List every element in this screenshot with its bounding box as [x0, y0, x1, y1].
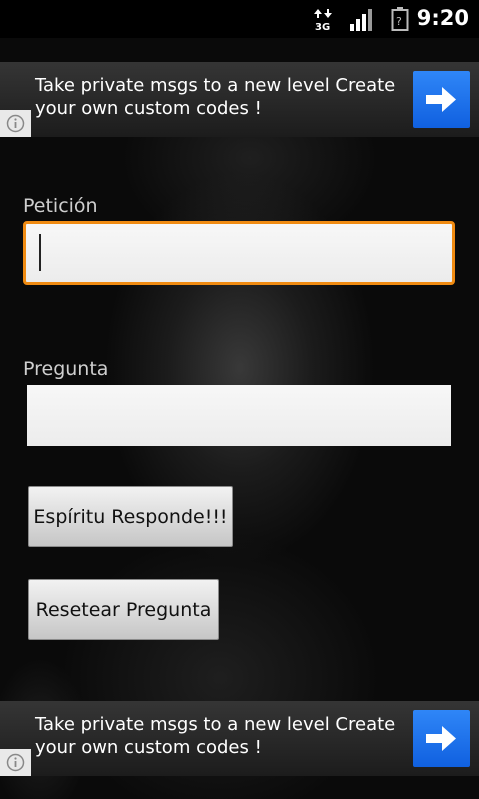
- resetear-pregunta-button[interactable]: Resetear Pregunta: [28, 579, 219, 640]
- ad-banner-bottom[interactable]: Take private msgs to a new level Create …: [0, 701, 479, 776]
- data-3g-icon: 3G: [314, 9, 334, 35]
- ad-info-button[interactable]: [0, 749, 31, 776]
- peticion-input[interactable]: [23, 221, 455, 285]
- ad-info-button[interactable]: [0, 110, 31, 137]
- svg-text:3G: 3G: [315, 22, 330, 31]
- clock: 9:20: [416, 6, 469, 30]
- text-cursor: [39, 234, 41, 271]
- info-icon: [6, 753, 25, 772]
- signal-bars-icon: [349, 9, 375, 35]
- svg-text:?: ?: [396, 15, 402, 28]
- pregunta-label: Pregunta: [23, 358, 109, 380]
- arrow-right-icon: [426, 87, 456, 112]
- ad-open-button[interactable]: [413, 71, 470, 128]
- ad-text[interactable]: Take private msgs to a new level Create …: [35, 74, 405, 120]
- arrow-right-icon: [426, 726, 456, 751]
- pregunta-input[interactable]: [27, 385, 451, 446]
- battery-unknown-icon: ?: [391, 7, 409, 35]
- peticion-label: Petición: [23, 195, 98, 217]
- ad-open-button[interactable]: [413, 710, 470, 767]
- ad-text[interactable]: Take private msgs to a new level Create …: [35, 713, 405, 759]
- ad-banner-top[interactable]: Take private msgs to a new level Create …: [0, 62, 479, 137]
- espiritu-responde-button[interactable]: Espíritu Responde!!!: [28, 486, 233, 547]
- status-bar: 3G ? 9:20: [0, 0, 479, 38]
- info-icon: [6, 114, 25, 133]
